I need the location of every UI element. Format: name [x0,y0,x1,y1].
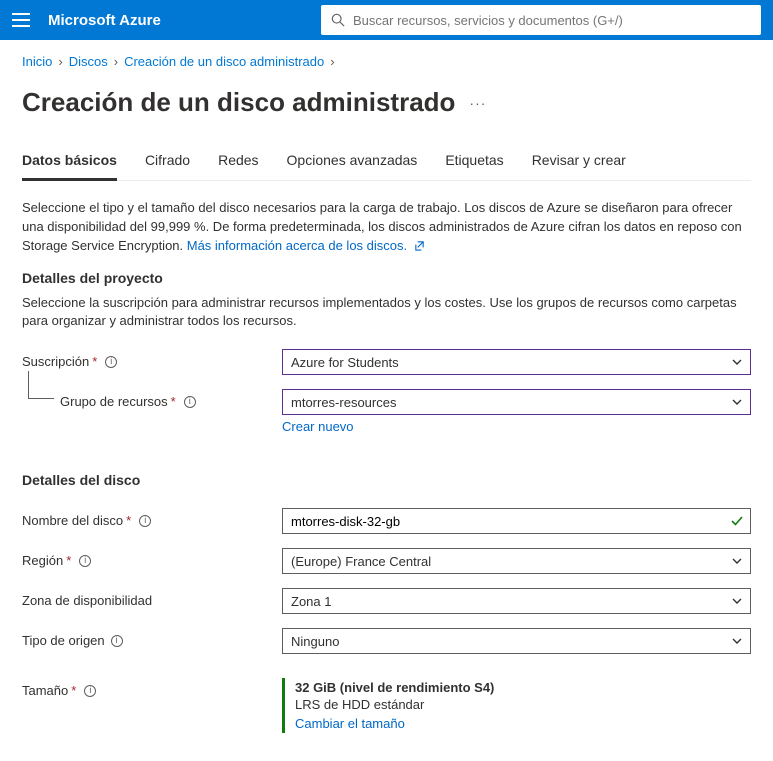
availability-zone-label: Zona de disponibilidad [22,588,282,608]
size-main-text: 32 GiB (nivel de rendimiento S4) [295,680,751,695]
size-summary: 32 GiB (nivel de rendimiento S4) LRS de … [282,678,751,733]
chevron-right-icon: › [58,54,62,69]
subscription-label: Suscripción * i [22,349,282,369]
tab-etiquetas[interactable]: Etiquetas [445,152,503,181]
global-search[interactable] [321,5,761,35]
breadcrumb-create[interactable]: Creación de un disco administrado [124,54,324,69]
chevron-down-icon [732,359,742,365]
tab-datos-basicos[interactable]: Datos básicos [22,152,117,181]
learn-more-link[interactable]: Más información acerca de los discos. [187,238,425,253]
resource-group-select[interactable]: mtorres-resources [282,389,751,415]
disk-name-input-wrapper [282,508,751,534]
check-icon [730,514,744,528]
required-indicator: * [66,553,71,568]
size-label: Tamaño * i [22,678,282,698]
disk-name-input[interactable] [291,514,724,529]
required-indicator: * [71,683,76,698]
top-header: Microsoft Azure [0,0,773,40]
breadcrumb-discs[interactable]: Discos [69,54,108,69]
chevron-down-icon [732,598,742,604]
tab-cifrado[interactable]: Cifrado [145,152,190,181]
project-details-desc: Seleccione la suscripción para administr… [22,294,751,332]
chevron-down-icon [732,558,742,564]
source-type-label: Tipo de origen i [22,628,282,648]
search-input[interactable] [353,13,751,28]
info-icon[interactable]: i [105,356,117,368]
page-title: Creación de un disco administrado [22,87,455,118]
info-icon[interactable]: i [139,515,151,527]
info-icon[interactable]: i [79,555,91,567]
tab-redes[interactable]: Redes [218,152,258,181]
chevron-down-icon [732,399,742,405]
source-type-select[interactable]: Ninguno [282,628,751,654]
availability-zone-select[interactable]: Zona 1 [282,588,751,614]
disk-name-label: Nombre del disco * i [22,508,282,528]
info-icon[interactable]: i [111,635,123,647]
chevron-down-icon [732,638,742,644]
chevron-right-icon: › [114,54,118,69]
required-indicator: * [126,513,131,528]
required-indicator: * [92,354,97,369]
brand-title: Microsoft Azure [48,12,161,29]
breadcrumb-home[interactable]: Inicio [22,54,52,69]
breadcrumb: Inicio › Discos › Creación de un disco a… [22,54,751,69]
create-new-link[interactable]: Crear nuevo [282,419,354,434]
tab-opciones-avanzadas[interactable]: Opciones avanzadas [287,152,418,181]
intro-paragraph: Seleccione el tipo y el tamaño del disco… [22,199,751,256]
change-size-link[interactable]: Cambiar el tamaño [295,716,405,731]
tab-bar: Datos básicos Cifrado Redes Opciones ava… [22,152,751,181]
info-icon[interactable]: i [184,396,196,408]
resource-group-label: Grupo de recursos * i [22,389,282,409]
project-details-heading: Detalles del proyecto [22,270,751,286]
tab-revisar-crear[interactable]: Revisar y crear [532,152,626,181]
disk-details-heading: Detalles del disco [22,472,751,488]
required-indicator: * [171,394,176,409]
info-icon[interactable]: i [84,685,96,697]
region-select[interactable]: (Europe) France Central [282,548,751,574]
external-link-icon [414,240,425,251]
hierarchy-line-icon [28,371,54,399]
chevron-right-icon: › [330,54,334,69]
region-label: Región * i [22,548,282,568]
more-actions-icon[interactable]: ··· [469,95,486,111]
hamburger-menu-icon[interactable] [12,13,30,27]
subscription-select[interactable]: Azure for Students [282,349,751,375]
search-icon [331,13,345,27]
